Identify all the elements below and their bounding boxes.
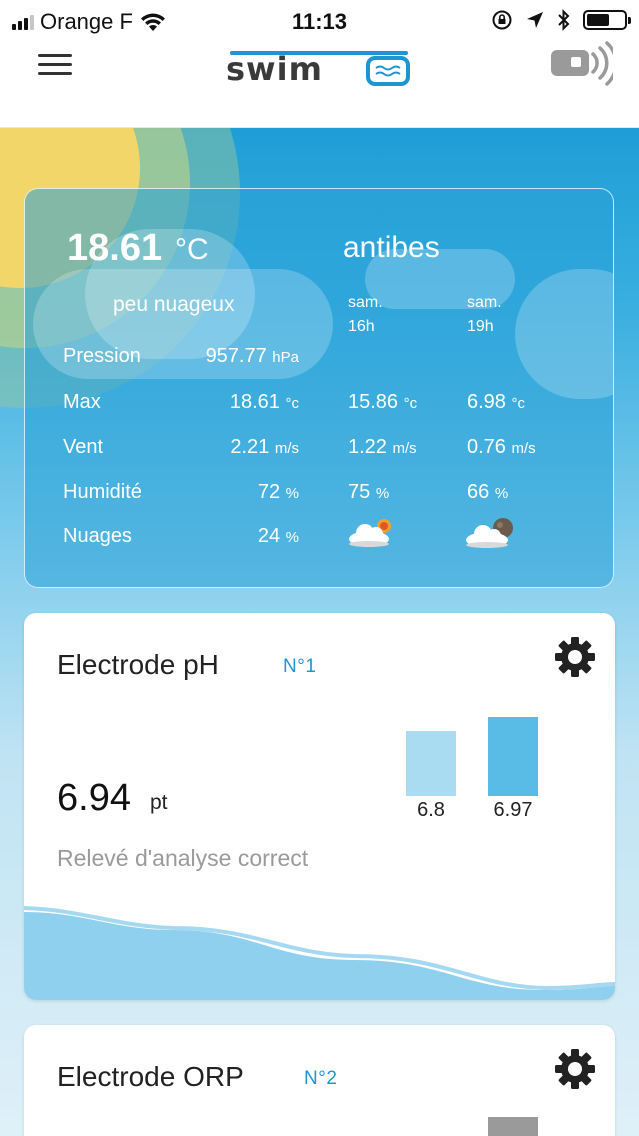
unit: °c [511, 395, 526, 412]
electrode-number: N°1 [283, 656, 317, 677]
analysis-status: Relevé d'analyse correct [57, 845, 309, 871]
value: 18.61 [229, 391, 280, 413]
value: 6.98 [467, 391, 506, 413]
unit: °c [403, 395, 418, 412]
unit: m/s [392, 440, 417, 457]
orp-history-bar [488, 1117, 538, 1136]
humidity-forecast-1: 75 % [348, 481, 389, 504]
electrode-orp-card[interactable]: Electrode ORP N°2 [24, 1025, 615, 1136]
weather-card: 18.61 °C antibes peu nuageux sam. 16h sa… [24, 188, 614, 588]
unit: m/s [274, 440, 299, 457]
value: 75 [348, 481, 371, 503]
forecast-day: sam. [348, 294, 383, 311]
cloud-decoration [515, 269, 613, 399]
value: 957.77 [205, 345, 267, 367]
wind-label: Vent [63, 436, 104, 458]
forecast-time-2: sam. 19h [467, 291, 502, 339]
orientation-lock-icon [492, 10, 512, 30]
location-arrow-icon [527, 12, 543, 28]
humidity-label: Humidité [63, 481, 142, 503]
max-value: 18.61 °c [175, 391, 299, 414]
wind-forecast-1: 1.22 m/s [348, 436, 417, 459]
clouds-value: 24 % [175, 525, 299, 548]
bluetooth-icon [558, 9, 570, 31]
city-name: antibes [343, 231, 440, 264]
ph-unit: pt [150, 791, 168, 814]
card-title: Electrode pH [57, 649, 219, 680]
pressure-label: Pression [63, 345, 141, 367]
status-bar: Orange F 11:13 [0, 0, 639, 40]
weather-description: peu nuageux [113, 293, 235, 316]
ph-bar [488, 716, 538, 796]
value: 72 [257, 481, 281, 503]
temperature-unit: °C [175, 233, 209, 266]
unit: % [494, 485, 509, 502]
unit: m/s [511, 440, 536, 457]
ph-bar-label: 6.8 [417, 799, 445, 821]
unit: % [375, 485, 390, 502]
electrode-number: N°2 [304, 1068, 338, 1089]
humidity-value: 72 % [175, 481, 299, 504]
value: 24 [257, 525, 281, 547]
card-title: Electrode ORP [57, 1061, 244, 1092]
clouds-label: Nuages [63, 525, 132, 547]
status-right [491, 9, 631, 31]
unit: % [285, 529, 299, 546]
max-forecast-2: 6.98 °c [467, 391, 525, 414]
pressure-value: 957.77 hPa [175, 345, 299, 368]
gear-icon[interactable] [553, 635, 597, 679]
max-forecast-1: 15.86 °c [348, 391, 417, 414]
forecast-hour: 16h [348, 318, 375, 335]
forecast-time-1: sam. 16h [348, 291, 383, 339]
wind-forecast-2: 0.76 m/s [467, 436, 536, 459]
ph-bar [406, 730, 456, 796]
app-header: swim [0, 40, 639, 128]
forecast-hour: 19h [467, 318, 494, 335]
forecast-day: sam. [467, 294, 502, 311]
swimo-logo: swim [226, 50, 410, 86]
value: 0.76 [467, 436, 506, 458]
sun-behind-cloud-icon [349, 519, 391, 547]
value: 2.21 [230, 436, 270, 458]
value: 66 [467, 481, 490, 503]
logo-text: swim [226, 50, 323, 86]
value: 1.22 [348, 436, 387, 458]
value: 15.86 [348, 391, 399, 413]
unit: % [285, 485, 299, 502]
current-temperature: 18.61 [67, 227, 163, 269]
unit: °c [285, 395, 300, 412]
ph-value: 6.94 [57, 777, 131, 819]
electrode-ph-card[interactable]: Electrode pH N°1 6.94 pt Relevé d'analys… [24, 613, 615, 1000]
moon-behind-cloud-icon [466, 518, 513, 548]
wind-value: 2.21 m/s [175, 436, 299, 459]
remote-signal-icon[interactable] [547, 40, 613, 88]
gear-icon[interactable] [553, 1047, 597, 1091]
wave-decoration [24, 906, 615, 1000]
unit: hPa [272, 349, 299, 366]
menu-icon[interactable] [38, 54, 72, 76]
ph-bar-label: 6.97 [493, 799, 533, 821]
humidity-forecast-2: 66 % [467, 481, 508, 504]
max-label: Max [63, 391, 101, 413]
battery-icon [583, 10, 631, 30]
